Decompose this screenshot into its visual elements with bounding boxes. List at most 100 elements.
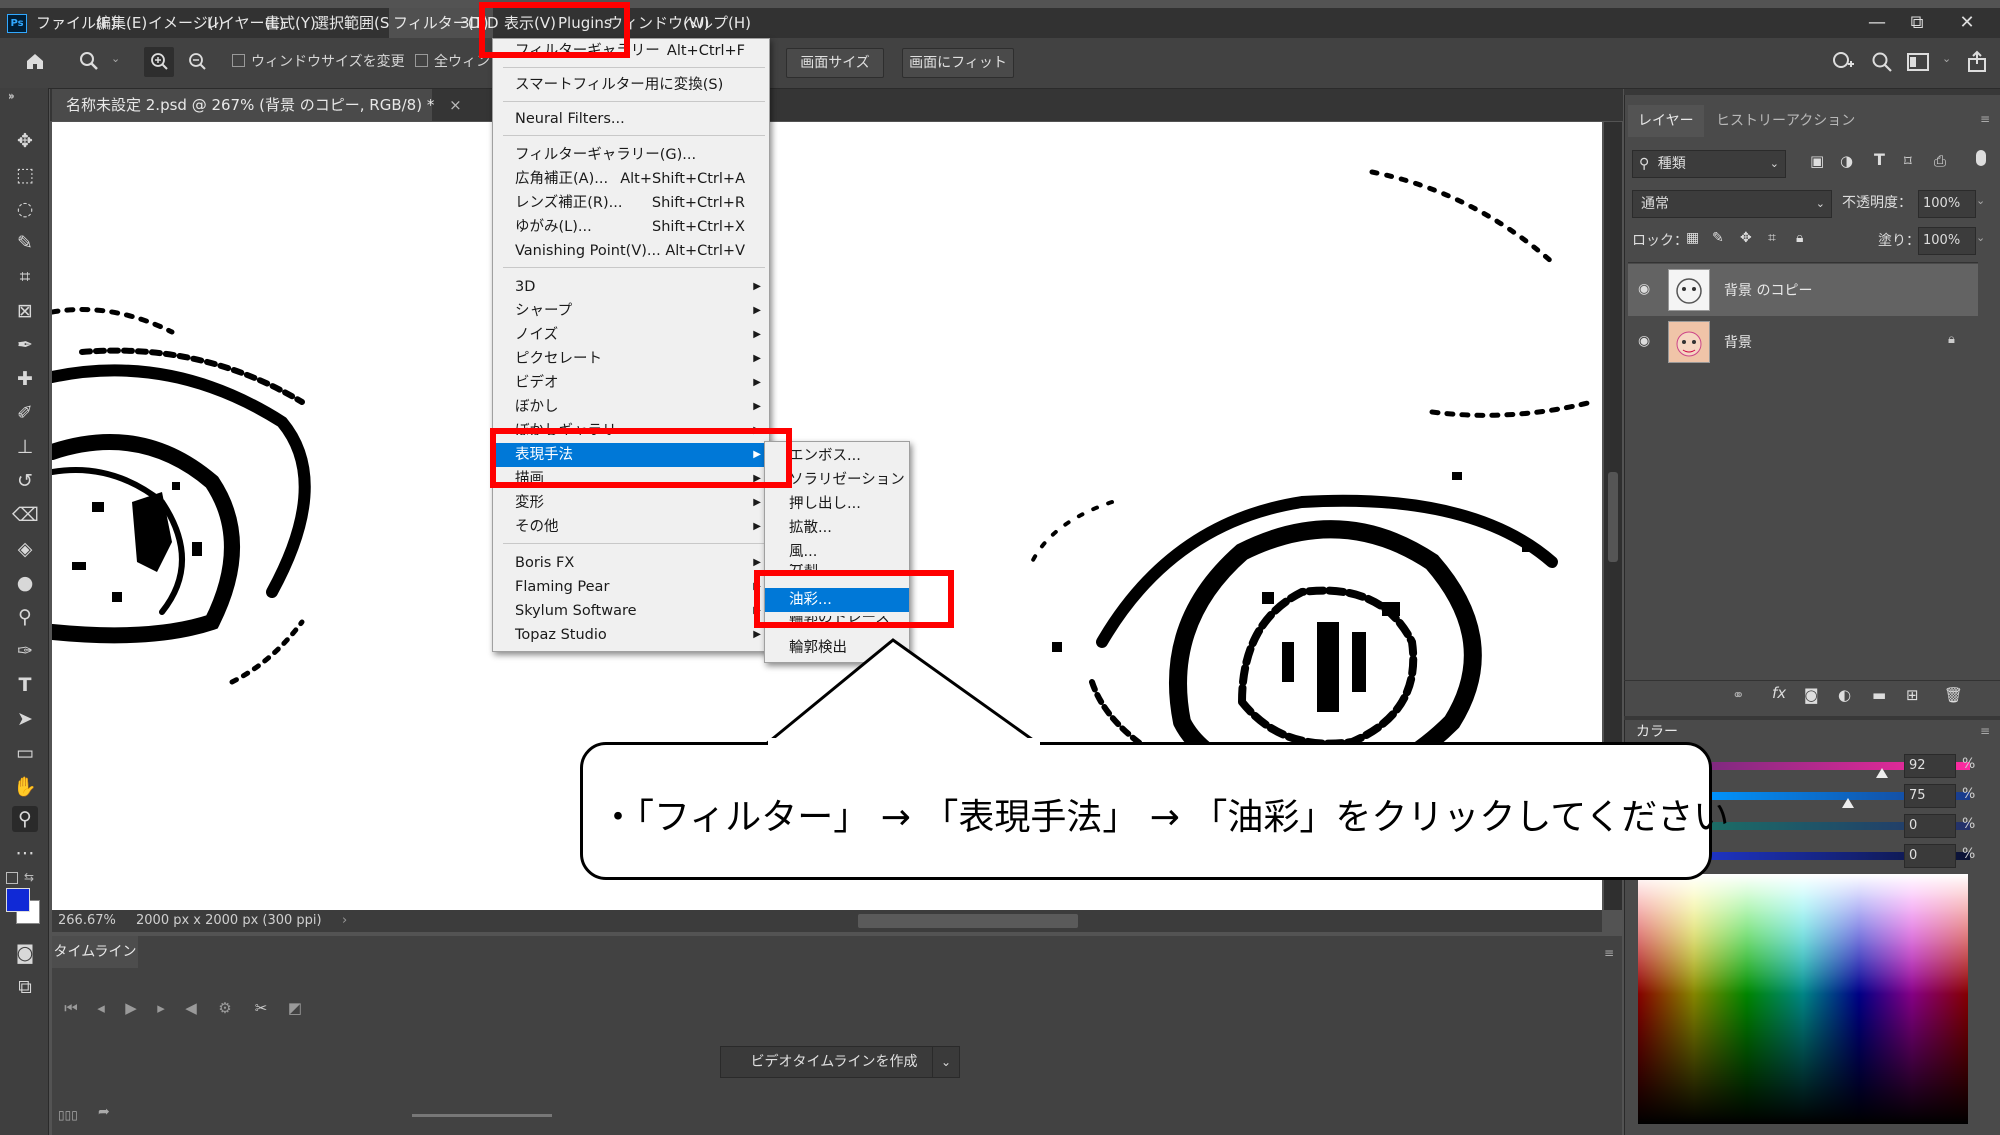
zoom-readout[interactable]: 266.67% xyxy=(58,910,116,932)
submenu-item-wind[interactable]: 風... xyxy=(765,540,909,564)
layer-kind-filter[interactable]: ⚲ 種類 ⌄ xyxy=(1632,150,1786,178)
opacity-chevron-icon[interactable]: ⌄ xyxy=(1976,194,1985,207)
menu-item-vanishing-point[interactable]: Vanishing Point(V)... Alt+Ctrl+V xyxy=(493,239,769,263)
menu-item-sharpen[interactable]: シャープ ▶ xyxy=(493,299,769,323)
close-tab-icon[interactable]: × xyxy=(449,96,462,114)
lasso-tool-icon[interactable]: ◌ xyxy=(12,196,38,222)
layer-row-background-copy[interactable]: ◉ 背景 のコピー xyxy=(1628,264,1978,316)
document-tab[interactable]: 名称未設定 2.psd @ 267% (背景 のコピー, RGB/8) * × xyxy=(52,89,462,121)
home-icon[interactable] xyxy=(24,50,46,72)
menu-item-flaming-pear[interactable]: Flaming Pear ▶ xyxy=(493,575,769,599)
menu-item-filter-gallery[interactable]: フィルターギャラリー(G)... xyxy=(493,143,769,167)
adjustment-layer-icon[interactable]: ◐ xyxy=(1838,686,1851,704)
menu-item-noise[interactable]: ノイズ ▶ xyxy=(493,323,769,347)
brush-tool-icon[interactable]: ✐ xyxy=(12,400,38,426)
fill-chevron-icon[interactable]: ⌄ xyxy=(1976,231,1985,244)
add-mask-icon[interactable]: ◙ xyxy=(1804,686,1819,704)
quick-select-tool-icon[interactable]: ✎ xyxy=(12,230,38,256)
slider-c-handle[interactable] xyxy=(1876,768,1888,778)
new-layer-icon[interactable]: ⊞ xyxy=(1906,686,1919,704)
zoom-out-icon[interactable] xyxy=(186,50,210,74)
timeline-zoom-slider[interactable] xyxy=(412,1114,552,1117)
lock-artboard-icon[interactable]: ⌗ xyxy=(1768,230,1776,246)
minimize-button[interactable]: — xyxy=(1858,8,1896,38)
screen-size-button[interactable]: 画面サイズ xyxy=(786,48,884,78)
new-group-icon[interactable]: ▬ xyxy=(1872,686,1886,704)
layer-name[interactable]: 背景 xyxy=(1724,332,1752,352)
timeline-frames-icon[interactable]: ▯▯▯ xyxy=(58,1108,78,1122)
color-panel-menu-icon[interactable]: ≡ xyxy=(1980,724,1990,738)
fill-input[interactable]: 100% xyxy=(1918,227,1976,255)
tab-actions[interactable]: アクション xyxy=(1786,105,1855,137)
screen-mode-icon[interactable]: ⧉ xyxy=(12,974,38,1000)
layers-panel-menu-icon[interactable]: ≡ xyxy=(1980,112,1990,126)
menu-help[interactable]: ヘルプ(H) xyxy=(683,8,751,38)
menu-type[interactable]: 書式(Y) xyxy=(265,8,316,38)
layer-name[interactable]: 背景 のコピー xyxy=(1724,280,1812,300)
filter-shape-icon[interactable]: ⌑ xyxy=(1904,152,1912,170)
visibility-eye-icon[interactable]: ◉ xyxy=(1638,333,1650,349)
status-arrow-icon[interactable]: › xyxy=(342,910,347,932)
menu-item-boris-fx[interactable]: Boris FX ▶ xyxy=(493,551,769,575)
first-frame-icon[interactable]: ⏮ xyxy=(58,994,84,1022)
tab-layers[interactable]: レイヤー xyxy=(1628,105,1704,137)
color-spectrum[interactable] xyxy=(1638,874,1968,1124)
lock-pixels-icon[interactable]: ✎ xyxy=(1712,230,1724,246)
fit-screen-button[interactable]: 画面にフィット xyxy=(902,48,1014,78)
restore-button[interactable]: ⧉ xyxy=(1898,8,1936,38)
layer-row-background[interactable]: ◉ 背景 🔒︎ xyxy=(1628,316,1978,368)
history-brush-icon[interactable]: ↺ xyxy=(12,468,38,494)
menu-item-other[interactable]: その他 ▶ xyxy=(493,515,769,539)
audio-icon[interactable]: ◀ xyxy=(178,994,204,1022)
color-value-y[interactable]: 0 xyxy=(1904,814,1956,838)
menu-item-3d[interactable]: 3D ▶ xyxy=(493,275,769,299)
cut-scissors-icon[interactable]: ✂ xyxy=(248,994,274,1022)
eraser-tool-icon[interactable]: ⌫ xyxy=(12,502,39,528)
type-tool-icon[interactable]: T xyxy=(12,672,38,698)
menu-item-lens-correction[interactable]: レンズ補正(R)... Shift+Ctrl+R xyxy=(493,191,769,215)
search-icon[interactable] xyxy=(1870,50,1894,74)
more-tools-icon[interactable]: ⋯ xyxy=(12,840,38,866)
horizontal-scroll-thumb[interactable] xyxy=(858,914,1078,928)
zoom-tool-icon[interactable] xyxy=(78,50,100,72)
menu-item-smart-filter[interactable]: スマートフィルター用に変換(S) xyxy=(493,73,769,97)
tab-history[interactable]: ヒストリー xyxy=(1716,105,1786,137)
settings-gear-icon[interactable]: ⚙ xyxy=(212,994,238,1022)
resize-window-checkbox[interactable]: ウィンドウサイズを変更 xyxy=(232,52,405,72)
menu-item-adaptive-wide-angle[interactable]: 広角補正(A)... Alt+Shift+Ctrl+A xyxy=(493,167,769,191)
quick-mask-icon[interactable]: ◙ xyxy=(12,940,38,966)
opacity-input[interactable]: 100% xyxy=(1918,190,1976,218)
filter-type-icon[interactable]: T xyxy=(1874,150,1885,169)
timeline-tab[interactable]: タイムライン xyxy=(52,936,138,968)
healing-brush-icon[interactable]: ✚ xyxy=(12,366,38,392)
menu-item-distort[interactable]: 変形 ▶ xyxy=(493,491,769,515)
chevron-down-icon[interactable]: ⌄ xyxy=(111,52,120,65)
marquee-tool-icon[interactable]: ⬚ xyxy=(12,162,38,188)
zoom-tool-active-icon[interactable]: ⚲ xyxy=(12,806,38,832)
zoom-in-button[interactable] xyxy=(144,47,174,77)
crop-tool-icon[interactable]: ⌗ xyxy=(12,264,38,290)
menu-item-blur[interactable]: ぼかし ▶ xyxy=(493,395,769,419)
paint-bucket-icon[interactable]: ◈ xyxy=(12,536,38,562)
slider-m-handle[interactable] xyxy=(1842,798,1854,808)
submenu-item-extrude[interactable]: 押し出し... xyxy=(765,492,909,516)
filter-adjustment-icon[interactable]: ◑ xyxy=(1840,152,1853,170)
scroll-thumb[interactable] xyxy=(1608,472,1618,562)
close-window-button[interactable]: ✕ xyxy=(1948,8,1986,38)
eyedropper-tool-icon[interactable]: ✒ xyxy=(12,332,38,358)
menu-item-video[interactable]: ビデオ ▶ xyxy=(493,371,769,395)
filter-pixel-icon[interactable]: ▣ xyxy=(1810,152,1824,170)
transition-icon[interactable]: ◩ xyxy=(282,994,308,1022)
play-icon[interactable]: ▶ xyxy=(118,994,144,1022)
menu-item-neural-filters[interactable]: Neural Filters... xyxy=(493,107,769,131)
filter-toggle[interactable] xyxy=(1976,150,1986,166)
submenu-item-diffuse[interactable]: 拡散... xyxy=(765,516,909,540)
stamp-tool-icon[interactable]: ⊥ xyxy=(12,434,38,460)
color-value-m[interactable]: 75 xyxy=(1904,784,1956,808)
export-icon[interactable] xyxy=(1966,50,1990,74)
menu-select[interactable]: 選択範囲(S xyxy=(314,8,389,38)
rectangle-tool-icon[interactable]: ▭ xyxy=(12,740,38,766)
delete-layer-icon[interactable]: 🗑︎ xyxy=(1944,686,1963,704)
next-frame-icon[interactable]: ▸ xyxy=(148,994,174,1022)
filter-smart-object-icon[interactable]: ⎙ xyxy=(1934,152,1946,170)
